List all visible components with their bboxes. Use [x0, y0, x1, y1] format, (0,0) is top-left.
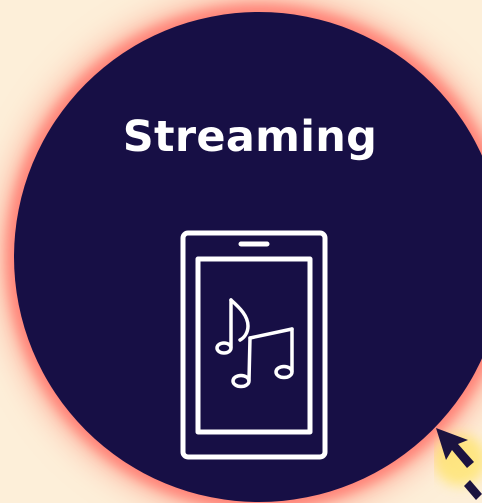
- page: { "card": { "title": "Streaming", "icon"…: [0, 0, 482, 503]
- card-title: Streaming: [122, 112, 378, 162]
- cursor-arrow-icon: [434, 428, 482, 500]
- phone-music-icon: [180, 230, 328, 460]
